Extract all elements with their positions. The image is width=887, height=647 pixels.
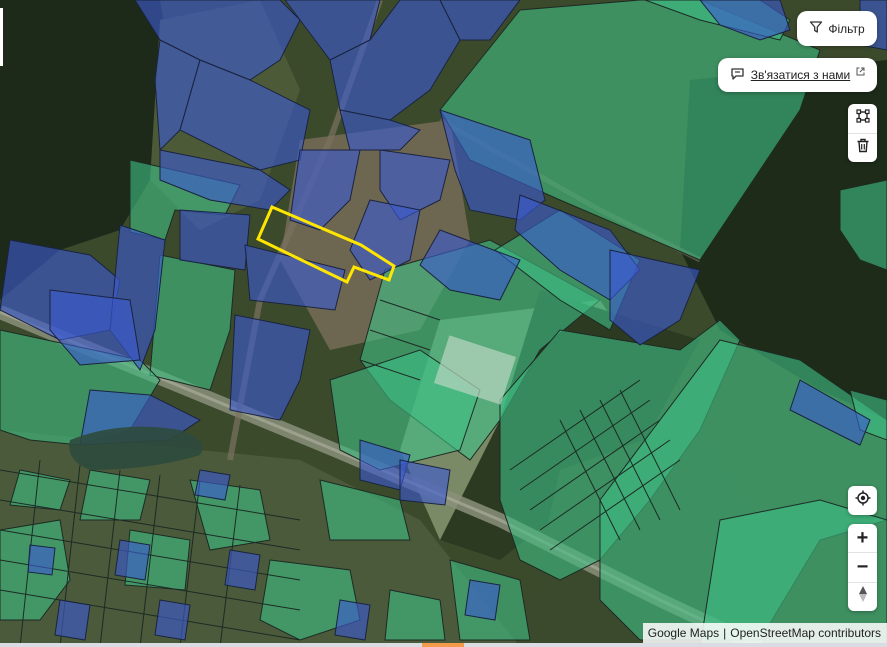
strip-accent <box>422 643 464 647</box>
contact-label: Зв'язатися з нами <box>750 68 851 82</box>
locate-me-button[interactable] <box>848 486 877 515</box>
draw-tools <box>848 104 877 162</box>
map-attribution: Google Maps | OpenStreetMap contributors <box>642 623 887 643</box>
bottom-progress-strip <box>0 643 887 647</box>
compass-north-icon <box>858 585 868 609</box>
delete-button[interactable] <box>848 132 877 163</box>
locate-target-icon <box>855 490 871 511</box>
map-view[interactable] <box>0 0 887 647</box>
minus-icon: − <box>856 555 869 578</box>
external-link-icon <box>856 65 865 79</box>
osm-credit[interactable]: OpenStreetMap contributors <box>730 626 881 640</box>
filter-label: Фільтр <box>828 21 865 36</box>
zoom-controls: + − <box>848 524 877 611</box>
attribution-separator: | <box>723 626 727 640</box>
polygon-draw-icon <box>855 109 870 128</box>
filter-button[interactable]: Фільтр <box>797 11 877 46</box>
google-maps-credit[interactable]: Google Maps <box>648 626 719 640</box>
compass-button[interactable] <box>848 581 877 611</box>
panel-edge <box>0 8 3 66</box>
chat-bubble-icon <box>730 67 745 84</box>
plus-icon: + <box>856 526 869 549</box>
trash-icon <box>856 138 870 158</box>
zoom-in-button[interactable]: + <box>848 524 877 552</box>
funnel-icon <box>809 20 823 37</box>
draw-polygon-button[interactable] <box>848 104 877 133</box>
contact-us-button[interactable]: Зв'язатися з нами <box>718 58 877 92</box>
zoom-out-button[interactable]: − <box>848 552 877 581</box>
